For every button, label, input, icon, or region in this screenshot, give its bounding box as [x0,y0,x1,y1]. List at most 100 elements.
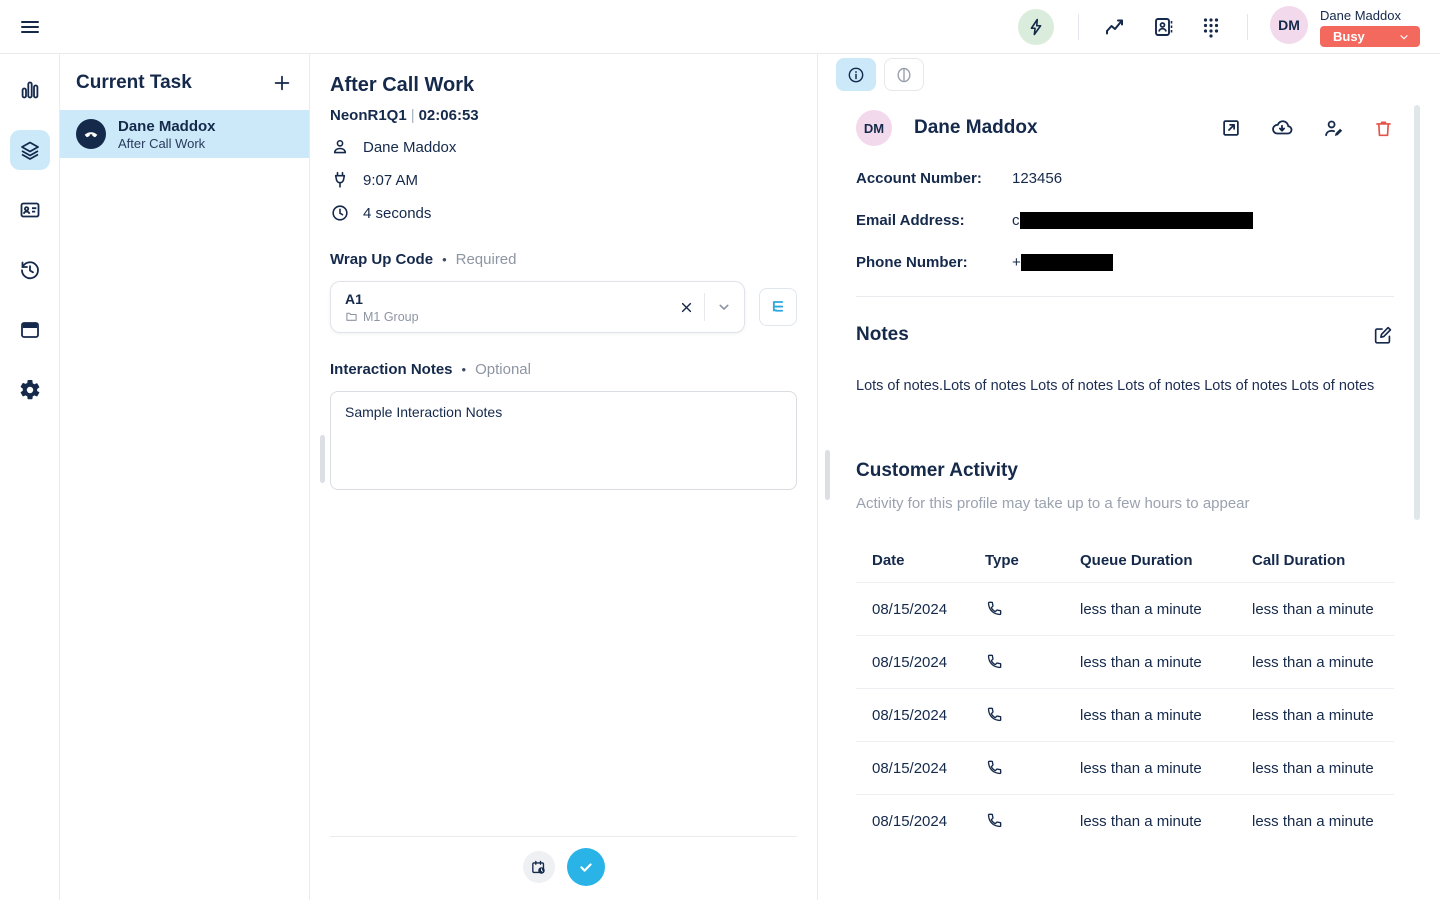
acw-queue-line: NeonR1Q1|02:06:53 [330,107,797,124]
acw-title: After Call Work [330,74,797,97]
activity-call-duration: less than a minute [1252,601,1378,618]
topbar-center-group [1018,9,1248,45]
sidebar-item-interactions[interactable] [10,130,50,170]
menu-button[interactable] [18,15,42,39]
user-avatar[interactable]: DM [1270,6,1308,44]
activity-table-header: Date Type Queue Duration Call Duration [856,538,1394,582]
activity-queue-duration: less than a minute [1080,707,1252,724]
clear-wrapup-button[interactable] [678,299,695,316]
redacted-email [1020,212,1253,229]
complete-icon [576,857,596,877]
sidebar-item-performance[interactable] [10,70,50,110]
open-external-button[interactable] [1220,117,1242,139]
wrapup-code-select[interactable]: A1 M1 Group [330,281,745,333]
call-icon [985,600,1080,618]
status-dropdown[interactable]: Busy [1320,26,1420,47]
bolt-icon [1026,17,1046,37]
sidebar-item-apps[interactable] [10,310,50,350]
interactions-icon [18,138,42,162]
activity-table-row[interactable]: 08/15/2024 less than a minute less than … [856,741,1394,794]
tab-journey[interactable] [884,58,924,91]
acw-contact-name: Dane Maddox [363,139,456,156]
open-external-icon [1220,117,1242,139]
topbar-divider [1247,14,1248,40]
activity-table-row[interactable]: 08/15/2024 less than a minute less than … [856,635,1394,688]
activity-queue-duration: less than a minute [1080,601,1252,618]
schedule-callback-button[interactable] [523,851,555,883]
quick-actions-button[interactable] [1018,9,1054,45]
info-row-email: Email Address: c [856,212,1394,229]
clock-icon [330,203,350,223]
account-number-label: Account Number: [856,170,1012,187]
edit-contact-button[interactable] [1322,117,1345,140]
add-task-button[interactable] [271,72,293,94]
user-name: Dane Maddox [1320,8,1401,23]
sidebar-item-contacts[interactable] [10,190,50,230]
activity-date: 08/15/2024 [872,654,985,671]
notes-title: Notes [856,324,909,346]
task-contact-name: Dane Maddox [118,118,216,136]
notes-optional: Optional [475,361,531,378]
wrapup-required: Required [456,251,517,268]
performance-button[interactable] [1103,15,1127,39]
edit-notes-button[interactable] [1372,324,1394,346]
dialpad-button[interactable] [1199,15,1223,39]
sidebar-item-settings[interactable] [10,370,50,410]
app-window: DM Dane Maddox Busy [0,0,1440,900]
activity-queue-duration: less than a minute [1080,654,1252,671]
activity-table-row[interactable]: 08/15/2024 less than a minute less than … [856,582,1394,635]
activity-call-duration: less than a minute [1252,654,1378,671]
acw-duration: 4 seconds [363,205,431,222]
topbar-divider [1078,14,1079,40]
wrapup-group-name: M1 Group [363,310,419,324]
complete-wrapup-button[interactable] [567,848,605,886]
end-call-icon [76,119,106,149]
cloud-download-icon [1270,116,1294,140]
profile-panel: DM Dane Maddox [818,54,1440,900]
customer-activity-subtitle: Activity for this profile may take up to… [856,495,1394,512]
acw-scrollbar-thumb[interactable] [320,435,325,483]
delete-contact-button[interactable] [1373,118,1394,139]
activity-table-row[interactable]: 08/15/2024 less than a minute less than … [856,794,1394,847]
page-scrollbar-thumb[interactable] [1414,105,1420,520]
contacts-button[interactable] [1151,15,1175,39]
call-icon [985,812,1080,830]
activity-table-row[interactable]: 08/15/2024 less than a minute less than … [856,688,1394,741]
browse-wrapup-codes-button[interactable] [759,288,797,326]
profile-avatar: DM [856,110,892,146]
apps-icon [18,318,42,342]
interaction-notes-input[interactable]: Sample Interaction Notes [330,391,797,490]
acw-detail-duration: 4 seconds [330,203,797,223]
tab-profile-info[interactable] [836,58,876,91]
user-area: DM Dane Maddox Busy [1270,6,1420,47]
download-profile-button[interactable] [1270,116,1294,140]
sidebar-item-history[interactable] [10,250,50,290]
info-row-phone: Phone Number: + [856,254,1394,271]
sidebar [0,54,60,900]
acw-queue: NeonR1Q1 [330,107,407,124]
chevron-down-icon [1398,31,1410,43]
email-label: Email Address: [856,212,1012,229]
customer-activity-title: Customer Activity [856,460,1394,482]
task-list-item[interactable]: Dane Maddox After Call Work [60,110,309,158]
call-icon [985,706,1080,724]
wrapup-dropdown-button[interactable] [714,297,734,317]
notes-text: Lots of notes.Lots of notes Lots of note… [856,376,1394,396]
contacts-icon [18,198,42,222]
activity-table: Date Type Queue Duration Call Duration 0… [856,538,1394,847]
interaction-notes-label: Interaction Notes [330,361,453,378]
contact-info: Account Number: 123456 Email Address: c … [856,170,1394,271]
info-row-account: Account Number: 123456 [856,170,1394,187]
profile-scrollbar-thumb[interactable] [825,450,830,500]
status-label: Busy [1333,29,1365,44]
current-task-panel: Current Task Dane Maddox After Call Work [60,54,310,900]
folder-icon [345,310,358,323]
task-status: After Call Work [118,136,216,151]
bullet: • [442,252,447,267]
menu-icon [18,15,42,39]
wrapup-label: Wrap Up Code [330,251,433,268]
edit-notes-icon [1372,324,1394,346]
activity-queue-duration: less than a minute [1080,813,1252,830]
acw-connect-time: 9:07 AM [363,172,418,189]
col-date: Date [872,552,985,569]
